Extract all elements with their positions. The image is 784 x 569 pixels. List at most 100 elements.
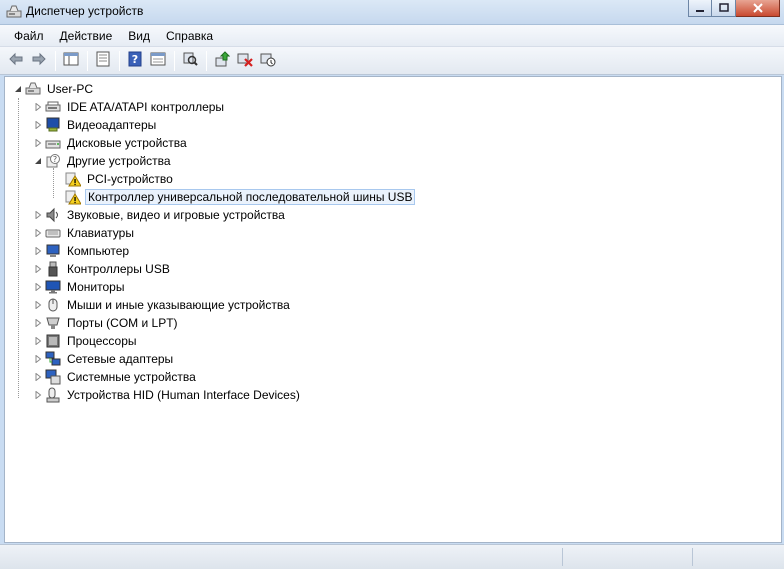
- maximize-button[interactable]: [712, 0, 736, 17]
- tree-expander[interactable]: [33, 156, 43, 166]
- uninstall-button[interactable]: [234, 50, 256, 72]
- tree-node-label: Устройства HID (Human Interface Devices): [67, 388, 300, 402]
- tree-node-label: User-PC: [47, 82, 94, 96]
- show-hide-console-tree-button[interactable]: [60, 50, 82, 72]
- tree-node-category[interactable]: Устройства HID (Human Interface Devices): [45, 386, 302, 404]
- tree-node-root[interactable]: User-PC: [25, 80, 95, 98]
- title-bar: Диспетчер устройств: [0, 0, 784, 25]
- minimize-icon: [696, 10, 704, 12]
- tree-expander[interactable]: [33, 354, 43, 364]
- tree-node-category[interactable]: Процессоры: [45, 332, 139, 350]
- window-controls: [688, 0, 780, 17]
- menu-view[interactable]: Вид: [120, 27, 158, 45]
- tree-node-category[interactable]: IDE ATA/ATAPI контроллеры: [45, 98, 226, 116]
- update-driver-button[interactable]: [211, 50, 233, 72]
- tree-node-label: Другие устройства: [67, 154, 171, 168]
- tree-node-category[interactable]: Сетевые адаптеры: [45, 350, 175, 368]
- tree-node-label: Компьютер: [67, 244, 130, 258]
- tree-expander[interactable]: [33, 318, 43, 328]
- keyboard-icon: [45, 225, 61, 241]
- tree-expander[interactable]: [33, 300, 43, 310]
- toolbar-separator: [119, 50, 120, 71]
- sound-icon: [45, 207, 61, 223]
- tree-expander[interactable]: [33, 282, 43, 292]
- tree-node-device[interactable]: PCI-устройство: [65, 170, 175, 188]
- tree-node-label: Мыши и иные указывающие устройства: [67, 298, 290, 312]
- status-cell: [562, 548, 692, 566]
- view-icon: [150, 51, 166, 70]
- tree-expander[interactable]: [33, 138, 43, 148]
- help-button[interactable]: ?: [124, 50, 146, 72]
- tree-expander[interactable]: [33, 390, 43, 400]
- tree-node-category[interactable]: ? Другие устройства: [45, 152, 173, 170]
- port-icon: [45, 315, 61, 331]
- tree-node-category[interactable]: Видеоадаптеры: [45, 116, 158, 134]
- device-tree[interactable]: User-PC IDE ATA/ATAPI контроллеры Видеоада…: [4, 76, 782, 543]
- tree-guide-line: [53, 168, 54, 198]
- disable-device-button[interactable]: [257, 50, 279, 72]
- view-button[interactable]: [147, 50, 169, 72]
- forward-button[interactable]: [28, 50, 50, 72]
- tree-node-label: Контроллеры USB: [67, 262, 170, 276]
- network-adapter-icon: [45, 351, 61, 367]
- tree-expander[interactable]: [33, 264, 43, 274]
- help-icon: ?: [127, 51, 143, 70]
- maximize-icon: [718, 3, 729, 12]
- warning-device-icon: [65, 189, 82, 205]
- toolbar-separator: [206, 50, 207, 71]
- close-button[interactable]: [736, 0, 780, 17]
- usb-icon: [45, 261, 61, 277]
- properties-button[interactable]: [92, 50, 114, 72]
- tree-node-label: Звуковые, видео и игровые устройства: [67, 208, 285, 222]
- hid-icon: [45, 387, 61, 403]
- tree-expander[interactable]: [33, 102, 43, 112]
- tree-expander[interactable]: [33, 210, 43, 220]
- tree-expander[interactable]: [13, 84, 23, 94]
- scan-hardware-icon: [182, 51, 198, 70]
- disk-drive-icon: [45, 135, 61, 151]
- menu-action[interactable]: Действие: [52, 27, 121, 45]
- menu-help[interactable]: Справка: [158, 27, 221, 45]
- back-icon: [8, 51, 24, 70]
- tree-node-category[interactable]: Мыши и иные указывающие устройства: [45, 296, 292, 314]
- tree-node-selected-device[interactable]: Контроллер универсальной последовательно…: [65, 188, 416, 206]
- tree-node-label: Порты (COM и LPT): [67, 316, 178, 330]
- tree-expander[interactable]: [33, 246, 43, 256]
- tree-node-label: IDE ATA/ATAPI контроллеры: [67, 100, 225, 114]
- tree-expander[interactable]: [33, 372, 43, 382]
- update-driver-icon: [214, 51, 231, 70]
- svg-text:?: ?: [132, 53, 138, 66]
- properties-icon: [95, 51, 111, 70]
- tree-node-category[interactable]: Компьютер: [45, 242, 131, 260]
- computer-icon: [45, 243, 61, 259]
- tree-expander[interactable]: [33, 336, 43, 346]
- tree-node-category[interactable]: Системные устройства: [45, 368, 198, 386]
- tree-node-category[interactable]: Мониторы: [45, 278, 126, 296]
- tree-node-category[interactable]: Контроллеры USB: [45, 260, 172, 278]
- computer-root-icon: [25, 81, 41, 97]
- status-bar: [0, 544, 784, 569]
- device-manager-app-icon: [6, 4, 22, 23]
- svg-text:?: ?: [53, 155, 57, 164]
- tree-node-label: Дисковые устройства: [67, 136, 187, 150]
- tree-node-label: Видеоадаптеры: [67, 118, 157, 132]
- tree-node-category[interactable]: Звуковые, видео и игровые устройства: [45, 206, 287, 224]
- tree-node-category[interactable]: Дисковые устройства: [45, 134, 189, 152]
- monitor-icon: [45, 279, 61, 295]
- back-button[interactable]: [5, 50, 27, 72]
- tree-expander[interactable]: [33, 120, 43, 130]
- tree-expander[interactable]: [33, 228, 43, 238]
- mouse-icon: [45, 297, 61, 313]
- tree-node-label: Мониторы: [67, 280, 125, 294]
- tree-node-category[interactable]: Клавиатуры: [45, 224, 136, 242]
- show-hide-console-tree-icon: [63, 51, 79, 70]
- toolbar-separator: [55, 50, 56, 71]
- scan-hardware-button[interactable]: [179, 50, 201, 72]
- tree-node-label: Сетевые адаптеры: [67, 352, 174, 366]
- toolbar-separator: [87, 50, 88, 71]
- minimize-button[interactable]: [688, 0, 712, 17]
- system-devices-icon: [45, 369, 61, 385]
- menu-file[interactable]: Файл: [6, 27, 52, 45]
- tree-node-category[interactable]: Порты (COM и LPT): [45, 314, 180, 332]
- tree-node-label: Контроллер универсальной последовательно…: [85, 189, 416, 205]
